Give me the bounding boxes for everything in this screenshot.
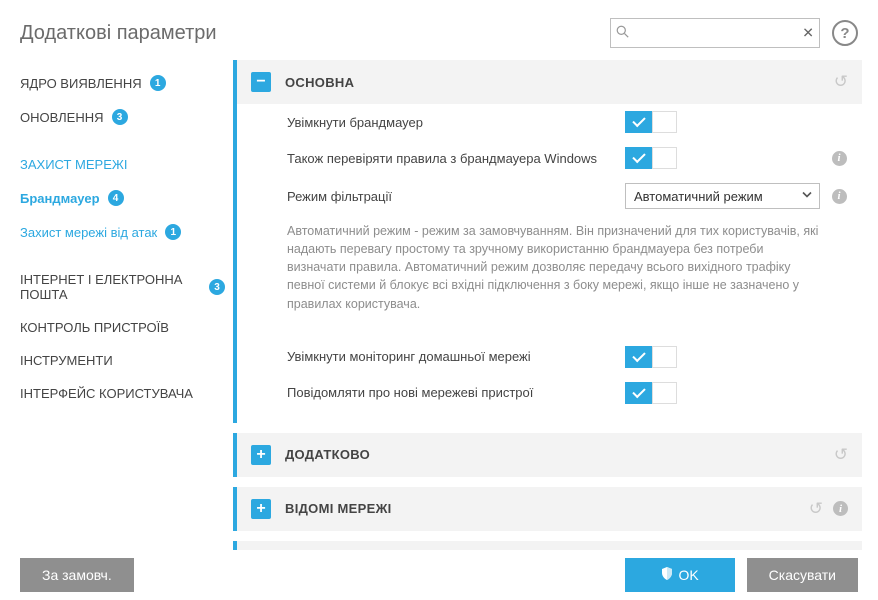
shield-icon bbox=[661, 567, 673, 583]
setting-row: Увімкнути моніторинг домашньої мережі bbox=[237, 339, 862, 375]
expand-icon[interactable]: + bbox=[251, 445, 271, 465]
sidebar: ЯДРО ВИЯВЛЕННЯ 1 ОНОВЛЕННЯ 3 ЗАХИСТ МЕРЕ… bbox=[0, 60, 225, 550]
badge: 1 bbox=[150, 75, 166, 91]
sidebar-item-label: ОНОВЛЕННЯ bbox=[20, 110, 104, 125]
sidebar-item-device-control[interactable]: КОНТРОЛЬ ПРИСТРОЇВ bbox=[20, 311, 225, 344]
help-icon[interactable]: ? bbox=[832, 20, 858, 46]
sidebar-item-label: ЗАХИСТ МЕРЕЖІ bbox=[20, 157, 128, 172]
badge: 3 bbox=[209, 279, 225, 295]
section-title: ВІДОМІ МЕРЕЖІ bbox=[285, 501, 801, 516]
sidebar-item-label: Брандмауер bbox=[20, 191, 100, 206]
sidebar-item-label: ЯДРО ВИЯВЛЕННЯ bbox=[20, 76, 142, 91]
sidebar-item-label: ІНТЕРФЕЙС КОРИСТУВАЧА bbox=[20, 386, 193, 401]
toggle-windows-rules[interactable] bbox=[625, 147, 677, 169]
revert-icon[interactable]: ↺ bbox=[834, 72, 848, 92]
collapse-icon[interactable]: − bbox=[251, 72, 271, 92]
section-header[interactable]: + ВІДОМІ МЕРЕЖІ ↺ i bbox=[237, 487, 862, 531]
sidebar-item-label: КОНТРОЛЬ ПРИСТРОЇВ bbox=[20, 320, 169, 335]
clear-search-icon[interactable]: ✕ bbox=[802, 25, 814, 42]
sidebar-item-firewall[interactable]: Брандмауер 4 bbox=[20, 181, 225, 215]
footer: За замовч. OK Скасувати bbox=[0, 550, 878, 600]
section-known-networks: + ВІДОМІ МЕРЕЖІ ↺ i bbox=[233, 487, 862, 531]
badge: 4 bbox=[108, 190, 124, 206]
search-wrap: ✕ bbox=[610, 18, 820, 48]
setting-row: Увімкнути брандмауер bbox=[237, 104, 862, 140]
sidebar-item-network-attack[interactable]: Захист мережі від атак 1 bbox=[20, 215, 225, 249]
setting-label: Режим фільтрації bbox=[287, 189, 625, 204]
cancel-button[interactable]: Скасувати bbox=[747, 558, 858, 592]
setting-row: Також перевіряти правила з брандмауера W… bbox=[237, 140, 862, 176]
section-header[interactable]: + ПРОФІЛІ БРАНДМАУЕРА ↺ i bbox=[237, 541, 862, 550]
sidebar-item-internet-mail[interactable]: ІНТЕРНЕТ І ЕЛЕКТРОННА ПОШТА 3 bbox=[20, 263, 225, 311]
setting-row: Повідомляти про нові мережеві пристрої bbox=[237, 375, 862, 411]
sidebar-item-tools[interactable]: ІНСТРУМЕНТИ bbox=[20, 344, 225, 377]
sidebar-item-detection[interactable]: ЯДРО ВИЯВЛЕННЯ 1 bbox=[20, 66, 225, 100]
info-icon[interactable]: i bbox=[832, 151, 847, 166]
chevron-down-icon bbox=[801, 189, 813, 204]
search-input[interactable] bbox=[610, 18, 820, 48]
toggle-new-device-notify[interactable] bbox=[625, 382, 677, 404]
setting-label: Увімкнути брандмауер bbox=[287, 115, 625, 130]
page-title: Додаткові параметри bbox=[20, 22, 610, 45]
info-icon[interactable]: i bbox=[833, 501, 848, 516]
info-icon[interactable]: i bbox=[832, 189, 847, 204]
revert-icon[interactable]: ↺ bbox=[809, 499, 823, 519]
filter-mode-select[interactable]: Автоматичний режим bbox=[625, 183, 820, 209]
section-firewall-profiles: + ПРОФІЛІ БРАНДМАУЕРА ↺ i bbox=[233, 541, 862, 550]
revert-icon[interactable]: ↺ bbox=[834, 445, 848, 465]
main-panel: − ОСНОВНА ↺ Увімкнути брандмауер Також п… bbox=[225, 60, 878, 550]
section-title: ДОДАТКОВО bbox=[285, 447, 826, 462]
sidebar-item-network-protection[interactable]: ЗАХИСТ МЕРЕЖІ bbox=[20, 148, 225, 181]
section-title: ОСНОВНА bbox=[285, 75, 826, 90]
section-header[interactable]: + ДОДАТКОВО ↺ bbox=[237, 433, 862, 477]
setting-label: Увімкнути моніторинг домашньої мережі bbox=[287, 349, 625, 364]
mode-description: Автоматичний режим - режим за замовчуван… bbox=[237, 216, 862, 327]
expand-icon[interactable]: + bbox=[251, 499, 271, 519]
badge: 3 bbox=[112, 109, 128, 125]
setting-label: Повідомляти про нові мережеві пристрої bbox=[287, 385, 625, 400]
badge: 1 bbox=[165, 224, 181, 240]
sidebar-item-label: ІНСТРУМЕНТИ bbox=[20, 353, 113, 368]
defaults-button[interactable]: За замовч. bbox=[20, 558, 134, 592]
ok-button[interactable]: OK bbox=[625, 558, 735, 592]
sidebar-item-label: ІНТЕРНЕТ І ЕЛЕКТРОННА ПОШТА bbox=[20, 272, 201, 302]
setting-row: Режим фільтрації Автоматичний режим i bbox=[237, 176, 862, 216]
setting-label: Також перевіряти правила з брандмауера W… bbox=[287, 151, 625, 166]
sidebar-item-ui[interactable]: ІНТЕРФЕЙС КОРИСТУВАЧА bbox=[20, 377, 225, 410]
section-advanced: + ДОДАТКОВО ↺ bbox=[233, 433, 862, 477]
select-value: Автоматичний режим bbox=[634, 189, 763, 204]
ok-label: OK bbox=[679, 567, 699, 583]
section-header[interactable]: − ОСНОВНА ↺ bbox=[237, 60, 862, 104]
sidebar-item-update[interactable]: ОНОВЛЕННЯ 3 bbox=[20, 100, 225, 134]
sidebar-item-label: Захист мережі від атак bbox=[20, 225, 157, 240]
toggle-home-monitor[interactable] bbox=[625, 346, 677, 368]
toggle-firewall[interactable] bbox=[625, 111, 677, 133]
section-main: − ОСНОВНА ↺ Увімкнути брандмауер Також п… bbox=[233, 60, 862, 423]
